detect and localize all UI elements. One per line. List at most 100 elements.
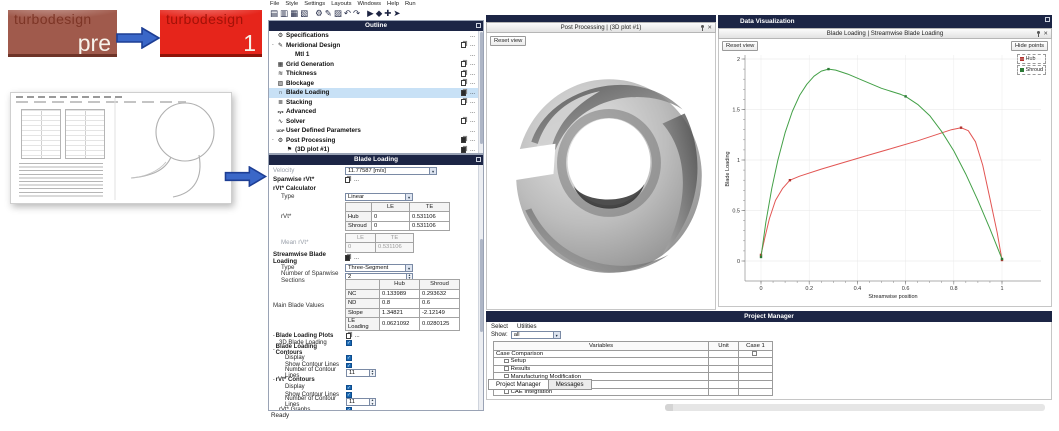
run-icon[interactable]: ▶ (367, 7, 374, 20)
more-options[interactable]: ... (470, 109, 475, 115)
rvt-type-select[interactable]: Linear ▾ (345, 193, 413, 201)
case1-cell[interactable] (739, 350, 773, 358)
redo-icon[interactable]: ↷ (353, 7, 360, 20)
pin-icon[interactable] (1036, 31, 1040, 37)
value-cell[interactable]: 0.6 (420, 299, 460, 309)
spinner-arrows-icon[interactable]: ▲▼ (369, 399, 375, 405)
value-cell[interactable]: 0 (372, 221, 410, 231)
pin-icon[interactable] (700, 25, 704, 31)
spinner-number-of-contour-lines[interactable]: 11▲▼ (346, 398, 376, 406)
variable-cell[interactable]: Setup (494, 358, 709, 366)
more-options[interactable]: ... (470, 137, 475, 143)
detach-page-icon[interactable] (461, 42, 466, 48)
more-options[interactable]: ... (470, 147, 475, 153)
float-panel-icon[interactable] (476, 23, 481, 28)
show-filter-select[interactable]: all ▾ (511, 331, 561, 339)
value-cell[interactable]: 0.8 (380, 299, 420, 309)
horizontal-scrollbar[interactable] (665, 404, 1045, 411)
settings-icon[interactable]: ⚙ (315, 7, 323, 20)
pm-menu-utilities[interactable]: Utilities (517, 323, 537, 330)
detach-page-icon[interactable] (345, 255, 350, 261)
menu-windows[interactable]: Windows (358, 1, 382, 7)
outline-item-post-processing[interactable]: -⚙Post Processing... (269, 136, 478, 146)
pm-menu-select[interactable]: Select (491, 323, 508, 330)
menu-help[interactable]: Help (387, 1, 399, 7)
variable-cell[interactable]: Results (494, 365, 709, 373)
detach-page-icon[interactable] (461, 118, 466, 124)
detach-page-icon[interactable] (461, 99, 466, 105)
pm-row-setup[interactable]: Setup (494, 358, 773, 366)
menu-settings[interactable]: Settings (304, 1, 325, 7)
forward-icon[interactable]: ➤ (393, 7, 400, 20)
outline-item-thickness[interactable]: ≋Thickness... (269, 69, 478, 79)
menu-run[interactable]: Run (405, 1, 416, 7)
case1-cell[interactable] (739, 365, 773, 373)
more-options[interactable]: ... (470, 61, 475, 67)
detach-page-icon[interactable] (461, 90, 466, 96)
outline-item-specifications[interactable]: ⚙Specifications... (269, 31, 478, 41)
add-icon[interactable]: ✚ (384, 7, 391, 20)
outline-scrollbar[interactable] (478, 31, 483, 153)
chart-panel-header[interactable]: Blade Loading | Streamwise Blade Loading… (718, 28, 1052, 39)
edit-icon[interactable]: ✎ (325, 7, 332, 20)
case-checkbox[interactable] (752, 351, 757, 356)
reset-view-button[interactable]: Reset view (490, 36, 526, 46)
pm-row-case-comparison[interactable]: Case Comparison (494, 350, 773, 358)
project-manager-titlebar[interactable]: Project Manager (486, 311, 1052, 322)
checkbox-3d-blade-loading[interactable]: ✓ (346, 340, 352, 346)
blade-scrollbar[interactable] (478, 165, 483, 410)
save-all-icon[interactable]: ▧ (300, 7, 308, 20)
menu-layouts[interactable]: Layouts (331, 1, 351, 7)
row-checkbox[interactable] (504, 366, 509, 371)
detach-page-icon[interactable] (461, 71, 466, 77)
more-options[interactable]: ... (470, 128, 475, 134)
loading-type-select[interactable]: Three-Segment ▾ (345, 264, 413, 272)
more-options[interactable]: ... (470, 90, 475, 96)
pm-row-results[interactable]: Results (494, 365, 773, 373)
velocity-select[interactable]: 11.77587 [m/s] ▾ (345, 167, 437, 175)
post-processing-header[interactable]: Post Processing | (3D plot #1) ✕ (486, 22, 716, 33)
post-processing-dock-titlebar[interactable] (486, 15, 716, 22)
outline-item-3d-plot-1[interactable]: ⚑(3D plot #1)... (269, 145, 478, 154)
more-options[interactable]: ... (470, 80, 475, 86)
open-project-icon[interactable]: ▥ (280, 7, 288, 20)
outline-item-blockage[interactable]: ▨Blockage... (269, 79, 478, 89)
outline-item-solver[interactable]: ∿Solver... (269, 117, 478, 127)
spinner-arrows-icon[interactable]: ▲▼ (369, 370, 375, 376)
blade-loading-titlebar[interactable]: Blade Loading (269, 155, 483, 165)
close-icon[interactable]: ✕ (1043, 29, 1048, 39)
more-options[interactable]: ... (354, 255, 359, 261)
more-options[interactable]: ... (470, 52, 475, 58)
new-file-icon[interactable]: ▤ (270, 7, 278, 20)
value-cell[interactable]: -2.12149 (420, 308, 460, 318)
outline-titlebar[interactable]: Outline (269, 21, 483, 31)
close-icon[interactable]: ✕ (707, 23, 712, 33)
row-checkbox[interactable] (504, 374, 509, 379)
tab-messages[interactable]: Messages (549, 379, 592, 390)
value-cell[interactable]: 0 (372, 212, 410, 222)
more-options[interactable]: ... (355, 333, 360, 339)
value-cell[interactable]: 0.0621092 (380, 318, 420, 331)
outline-item-meridional-design[interactable]: -✎Meridional Design... (269, 41, 478, 51)
more-options[interactable]: ... (470, 71, 475, 77)
spinner-down-icon[interactable]: ▼ (370, 373, 375, 376)
spinner-down-icon[interactable]: ▼ (370, 403, 375, 406)
more-options[interactable]: ... (470, 118, 475, 124)
menu-file[interactable]: File (270, 1, 279, 7)
more-options[interactable]: ... (354, 177, 359, 183)
row-checkbox[interactable] (504, 359, 509, 364)
outline-item-stacking[interactable]: ≣Stacking... (269, 98, 478, 108)
tool-icon[interactable]: ◆ (376, 7, 383, 20)
data-visualization-titlebar[interactable]: Data Visualization (718, 15, 1052, 28)
value-cell[interactable]: 0.0280125 (420, 318, 460, 331)
layout-icon[interactable]: ▨ (334, 7, 342, 20)
more-options[interactable]: ... (470, 33, 475, 39)
detach-page-icon[interactable] (346, 333, 351, 339)
tab-project-manager[interactable]: Project Manager (488, 379, 549, 390)
outline-item-advanced[interactable]: xyzAdvanced... (269, 107, 478, 117)
scroll-thumb[interactable] (665, 404, 673, 411)
scroll-thumb[interactable] (480, 239, 484, 332)
blade-loading-chart[interactable]: 00.20.40.60.8100.511.52Streamwise positi… (721, 49, 1049, 305)
case1-cell[interactable] (739, 358, 773, 366)
checkbox-display[interactable]: ✓ (346, 355, 352, 361)
